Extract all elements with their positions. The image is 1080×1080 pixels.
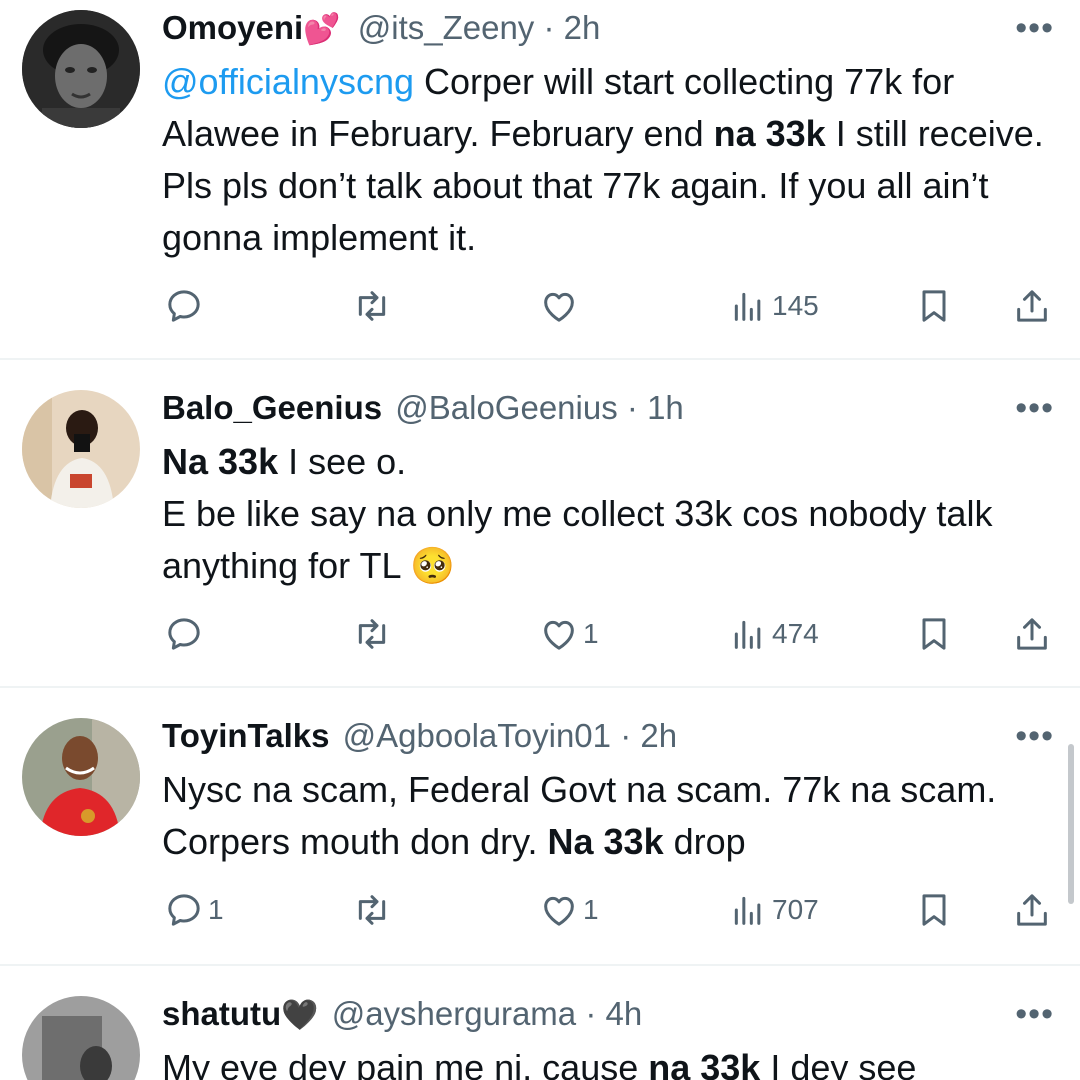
like-button[interactable]: 1 [539, 886, 599, 934]
tweet-actions: 145 [0, 282, 1080, 330]
more-horizontal-icon[interactable]: ••• [1015, 11, 1054, 45]
tweet-header: Omoyeni💕 @its_Zeeny · 2h [162, 8, 600, 50]
tweet[interactable]: shatutu🖤 @ayshergurama · 4h ••• My eye d… [0, 966, 1080, 1080]
reply-icon [168, 618, 200, 650]
tweet[interactable]: Balo_Geenius @BaloGeenius · 1h ••• Na 33… [0, 360, 1080, 688]
share-button[interactable] [1012, 282, 1052, 330]
name-emoji: 🖤 [281, 999, 319, 1032]
more-horizontal-icon[interactable]: ••• [1015, 997, 1054, 1031]
bookmark-icon [922, 618, 946, 650]
views-button[interactable]: 145 [728, 282, 819, 330]
separator-dot: · [543, 9, 555, 46]
share-icon [1017, 618, 1047, 650]
separator-dot: · [620, 717, 632, 754]
separator-dot: · [626, 389, 638, 426]
reply-icon [168, 894, 200, 926]
reply-count: 1 [208, 894, 224, 925]
share-icon [1017, 894, 1047, 926]
pleading-face-emoji: 🥺 [410, 545, 455, 586]
avatar[interactable] [22, 718, 140, 836]
retweet-icon [358, 619, 386, 649]
reply-button[interactable]: 1 [164, 886, 224, 934]
more-horizontal-icon[interactable]: ••• [1015, 719, 1054, 753]
retweet-button[interactable] [352, 886, 392, 934]
user-handle[interactable]: @BaloGeenius [395, 389, 617, 426]
tweet-text: @officialnyscng Corper will start collec… [162, 56, 1062, 264]
tweet-text-part: I dey see [760, 1047, 917, 1080]
tweet-text: Nysc na scam, Federal Govt na scam. 77k … [162, 764, 1022, 868]
tweet-text-part: E be like say na only me collect 33k cos… [162, 493, 993, 586]
timestamp[interactable]: 4h [606, 995, 643, 1032]
view-count: 474 [772, 618, 819, 649]
reply-button[interactable] [164, 282, 208, 330]
tweet-actions: 1 1 707 [0, 886, 1080, 934]
mention-link[interactable]: @officialnyscng [162, 61, 414, 102]
like-icon [544, 620, 574, 650]
retweet-button[interactable] [352, 282, 392, 330]
tweet-header: ToyinTalks @AgboolaToyin01 · 2h [162, 716, 677, 758]
timestamp[interactable]: 2h [640, 717, 677, 754]
bookmark-icon [922, 894, 946, 926]
views-button[interactable]: 474 [728, 610, 819, 658]
tweet[interactable]: Omoyeni💕 @its_Zeeny · 2h ••• @officialny… [0, 0, 1080, 360]
tweet-actions: 1 474 [0, 610, 1080, 658]
tweet-text-bold: Na 33k [547, 821, 664, 862]
scrollbar[interactable] [1068, 744, 1074, 904]
tweet-text-bold: Na 33k [162, 441, 279, 482]
more-horizontal-icon[interactable]: ••• [1015, 391, 1054, 425]
tweet-text-bold: na 33k [713, 113, 826, 154]
reply-icon [168, 290, 200, 322]
tweet-text-part: I see o. [278, 441, 407, 482]
avatar[interactable] [22, 390, 140, 508]
like-count: 1 [583, 618, 599, 649]
bookmark-button[interactable] [914, 282, 954, 330]
views-icon [734, 620, 761, 649]
tweet-text-part: drop [663, 821, 746, 862]
avatar[interactable] [22, 996, 140, 1080]
retweet-button[interactable] [352, 610, 392, 658]
user-handle[interactable]: @its_Zeeny [358, 9, 535, 46]
views-icon [734, 292, 761, 321]
tweet-header: shatutu🖤 @ayshergurama · 4h [162, 994, 642, 1036]
tweet-header: Balo_Geenius @BaloGeenius · 1h [162, 388, 684, 430]
like-button[interactable] [539, 282, 583, 330]
views-button[interactable]: 707 [728, 886, 819, 934]
user-handle[interactable]: @ayshergurama [332, 995, 576, 1032]
display-name[interactable]: shatutu [162, 995, 281, 1032]
like-count: 1 [583, 894, 599, 925]
views-icon [734, 896, 761, 925]
avatar[interactable] [22, 10, 140, 128]
retweet-icon [358, 895, 386, 925]
tweet-text: Na 33k I see o. E be like say na only me… [162, 436, 1062, 592]
tweet-text-bold: na 33k [648, 1047, 761, 1080]
view-count: 707 [772, 894, 819, 925]
bookmark-button[interactable] [914, 610, 954, 658]
share-button[interactable] [1012, 610, 1052, 658]
tweet[interactable]: ToyinTalks @AgboolaToyin01 · 2h ••• Nysc… [0, 688, 1080, 964]
view-count: 145 [772, 290, 819, 321]
separator-dot: · [585, 995, 597, 1032]
timestamp[interactable]: 1h [647, 389, 684, 426]
display-name[interactable]: Omoyeni [162, 9, 303, 46]
bookmark-icon [922, 290, 946, 322]
tweet-text-part: My eye dey pain me ni, cause [162, 1047, 649, 1080]
like-icon [544, 896, 574, 926]
reply-button[interactable] [164, 610, 208, 658]
like-icon [544, 292, 574, 322]
share-button[interactable] [1012, 886, 1052, 934]
name-emoji: 💕 [303, 13, 341, 46]
share-icon [1017, 290, 1047, 322]
display-name[interactable]: ToyinTalks [162, 717, 329, 754]
bookmark-button[interactable] [914, 886, 954, 934]
like-button[interactable]: 1 [539, 610, 599, 658]
tweet-text: My eye dey pain me ni, cause na 33k I de… [162, 1042, 1062, 1080]
timestamp[interactable]: 2h [564, 9, 601, 46]
retweet-icon [358, 291, 386, 321]
user-handle[interactable]: @AgboolaToyin01 [343, 717, 611, 754]
display-name[interactable]: Balo_Geenius [162, 389, 382, 426]
